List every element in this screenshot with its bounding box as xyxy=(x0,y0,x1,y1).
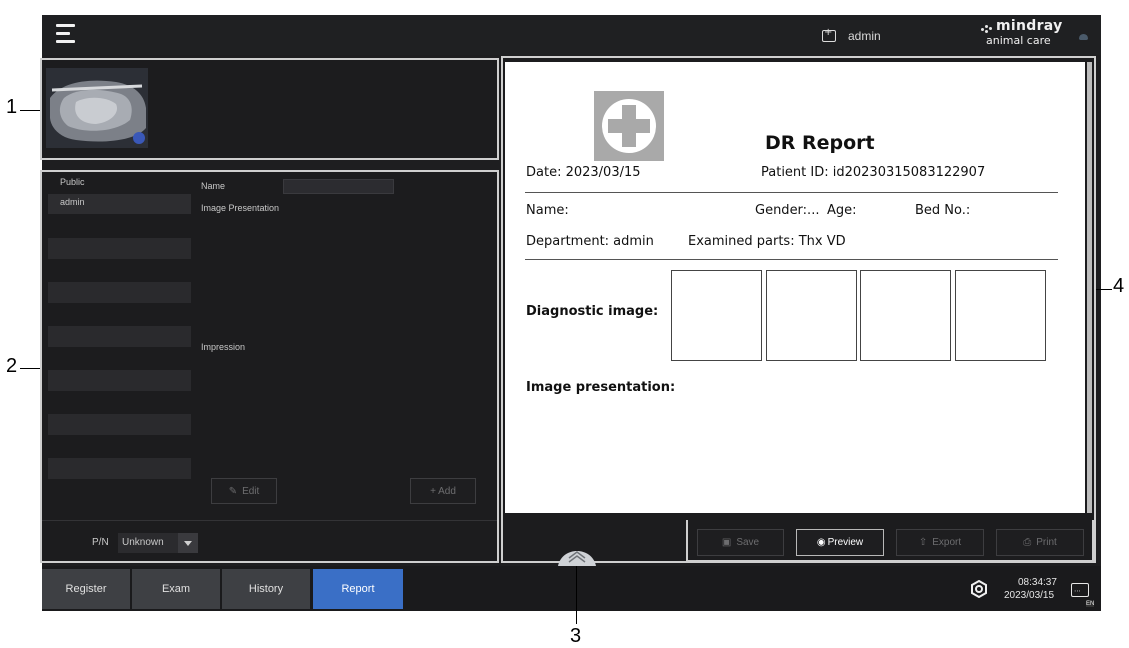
add-button-label: + Add xyxy=(430,485,456,497)
diagnostic-image-label: Diagnostic image: xyxy=(526,304,659,319)
user-icon xyxy=(822,27,836,42)
top-bar: admin mindray animal care xyxy=(42,15,1101,55)
report-patient-id: Patient ID: id20230315083122907 xyxy=(761,165,986,180)
template-editor-panel xyxy=(40,170,499,563)
user-name: admin xyxy=(848,29,881,43)
template-slot[interactable] xyxy=(48,458,191,479)
report-date: Date: 2023/03/15 xyxy=(526,165,641,180)
save-button-label: Save xyxy=(736,537,760,548)
current-user[interactable]: admin xyxy=(822,27,881,45)
diagnostic-image-slot[interactable] xyxy=(860,270,951,361)
callout-line-1 xyxy=(20,110,40,111)
report-department: Department: admin xyxy=(526,234,654,249)
report-divider xyxy=(525,259,1058,260)
diagnostic-image-slot[interactable] xyxy=(955,270,1046,361)
clock-date: 2023/03/15 xyxy=(1004,590,1055,601)
printer-icon: ⎙ xyxy=(1023,537,1032,548)
image-presentation-heading: Image presentation: xyxy=(526,380,676,395)
callout-line-3 xyxy=(576,566,577,624)
callout-2: 2 xyxy=(6,355,18,377)
report-examined-parts: Examined parts: Thx VD xyxy=(688,234,846,249)
preview-button[interactable]: ◉ Preview xyxy=(796,529,884,556)
impression-label: Impression xyxy=(201,342,246,352)
settings-gear-icon[interactable] xyxy=(970,579,988,599)
xray-thumbnail[interactable] xyxy=(46,68,148,148)
pn-select[interactable]: Unknown xyxy=(118,533,198,553)
template-slot[interactable] xyxy=(48,326,191,347)
brand-name: mindray xyxy=(996,18,1063,34)
print-button[interactable]: ⎙ Print xyxy=(996,529,1084,556)
callout-4: 4 xyxy=(1113,275,1125,297)
tab-history[interactable]: History xyxy=(222,569,310,609)
clock-time: 08:34:37 xyxy=(1018,577,1057,588)
template-slot[interactable] xyxy=(48,414,191,435)
report-divider xyxy=(525,192,1058,193)
pn-label: P/N xyxy=(92,537,109,548)
name-input[interactable] xyxy=(283,179,394,194)
print-button-label: Print xyxy=(1036,537,1057,548)
panel-divider xyxy=(42,520,497,521)
callout-1: 1 xyxy=(6,96,18,118)
edit-button[interactable]: ✎ Edit xyxy=(211,478,277,504)
upload-icon: ⇧ xyxy=(918,537,928,548)
edit-button-label: Edit xyxy=(242,485,260,497)
report-gender: Gender:... xyxy=(755,203,820,218)
add-button[interactable]: + Add xyxy=(410,478,476,504)
tab-register[interactable]: Register xyxy=(42,569,130,609)
report-scrollbar[interactable] xyxy=(1087,62,1092,513)
brand-logo: mindray animal care xyxy=(977,18,1088,52)
pencil-icon: ✎ xyxy=(228,485,238,497)
chevron-down-icon xyxy=(178,533,198,553)
callout-3: 3 xyxy=(570,625,582,647)
preview-button-label: Preview xyxy=(827,537,864,548)
pn-select-value: Unknown xyxy=(122,537,164,548)
image-presentation-label: Image Presentation xyxy=(201,203,280,213)
report-title: DR Report xyxy=(765,132,875,154)
expand-panel-button[interactable] xyxy=(556,540,598,566)
diagnostic-image-slot[interactable] xyxy=(671,270,762,361)
template-item-admin[interactable]: admin xyxy=(60,197,85,207)
diagnostic-image-slot[interactable] xyxy=(766,270,857,361)
keyboard-icon[interactable]: ⋯ xyxy=(1071,583,1089,597)
brand-subtitle: animal care xyxy=(986,34,1051,47)
menu-icon[interactable] xyxy=(56,24,75,44)
cloud-icon xyxy=(1079,34,1088,40)
export-button[interactable]: ⇧ Export xyxy=(896,529,984,556)
language-indicator: EN xyxy=(1086,601,1095,607)
template-slot[interactable] xyxy=(48,370,191,391)
template-slot[interactable] xyxy=(48,238,191,259)
callout-line-4 xyxy=(1096,289,1112,290)
eye-icon: ◉ xyxy=(816,537,826,548)
tab-exam[interactable]: Exam xyxy=(132,569,220,609)
save-icon: ▣ xyxy=(721,537,732,548)
callout-line-2 xyxy=(20,368,40,369)
tab-report[interactable]: Report xyxy=(313,569,403,609)
name-label: Name xyxy=(201,181,226,191)
template-slot[interactable] xyxy=(48,282,191,303)
template-item-public[interactable]: Public xyxy=(60,177,85,187)
export-button-label: Export xyxy=(932,537,962,548)
report-name: Name: xyxy=(526,203,569,218)
hospital-logo-icon xyxy=(594,91,664,161)
report-age: Age: xyxy=(827,203,857,218)
report-bed: Bed No.: xyxy=(915,203,971,218)
save-button[interactable]: ▣ Save xyxy=(697,529,784,556)
